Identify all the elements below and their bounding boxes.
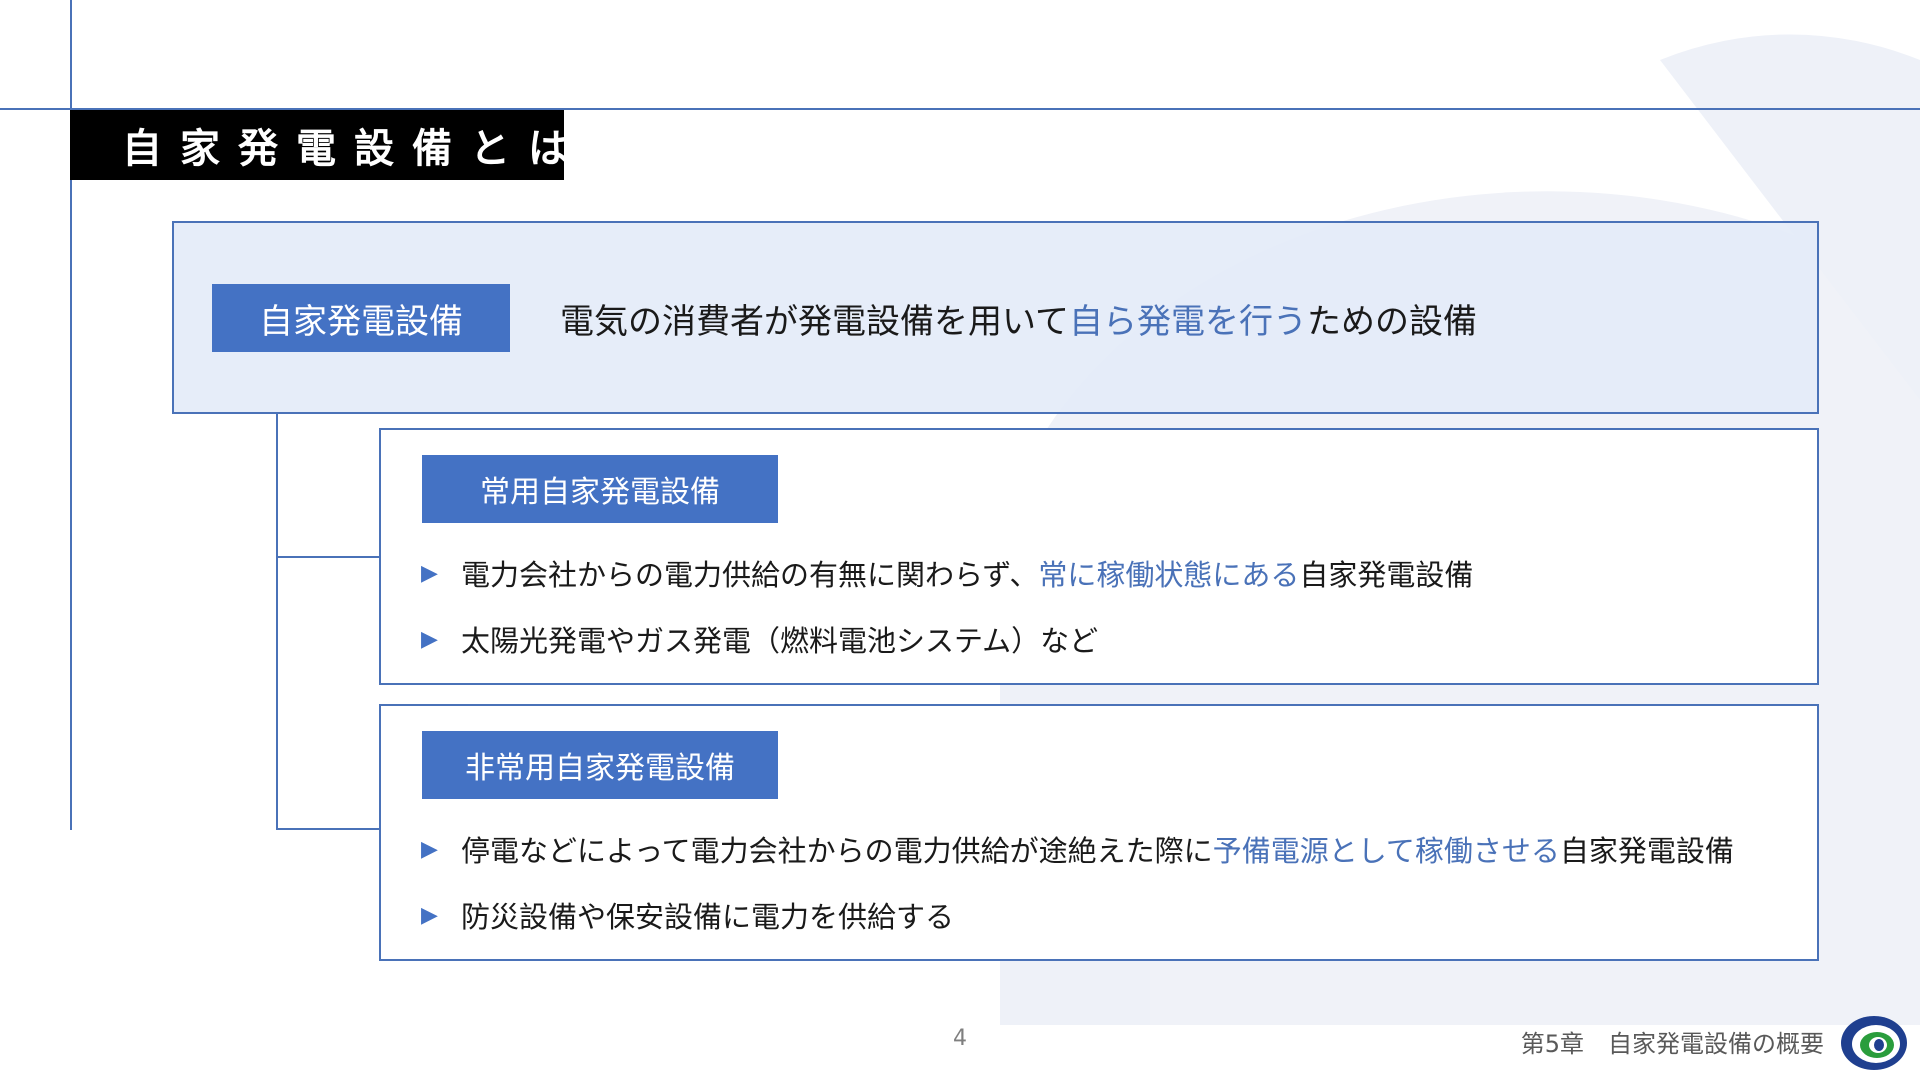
page-number: 4 (953, 1026, 967, 1051)
category-box-emergency: 非常用自家発電設備 ▶ 停電などによって電力会社からの電力供給が途絶えた際に 予… (379, 704, 1819, 961)
category-tag-regular: 常用自家発電設備 (422, 455, 778, 523)
category-tag-emergency: 非常用自家発電設備 (422, 731, 778, 799)
bullet-item: ▶ 太陽光発電やガス発電（燃料電池システム）など (421, 614, 1098, 664)
bullet-text-highlight: 予備電源として稼働させる (1212, 834, 1560, 868)
play-triangle-icon: ▶ (421, 902, 438, 928)
bullet-item: ▶ 電力会社からの電力供給の有無に関わらず、 常に稼働状態にある 自家発電設備 (421, 548, 1473, 598)
bullet-text-after: 自家発電設備 (1559, 834, 1734, 868)
definition-text-highlight: 自ら発電を行う (1068, 301, 1307, 342)
tree-connector-branch-2 (276, 828, 380, 830)
slide-title: 自家発電設備とは (70, 110, 568, 180)
definition-text-after: ための設備 (1306, 301, 1477, 342)
bullet-text-highlight: 常に稼働状態にある (1038, 558, 1300, 592)
bullet-item: ▶ 停電などによって電力会社からの電力供給が途絶えた際に 予備電源として稼働させ… (421, 824, 1734, 874)
footer-chapter: 第5章 自家発電設備の概要 (1520, 1030, 1824, 1058)
bullet-text: 防災設備や保安設備に電力を供給する (461, 900, 955, 934)
play-triangle-icon: ▶ (421, 626, 438, 652)
bullet-text-after: 自家発電設備 (1299, 558, 1474, 592)
bullet-item: ▶ 防災設備や保安設備に電力を供給する (421, 890, 954, 940)
play-triangle-icon: ▶ (421, 560, 438, 586)
category-box-regular: 常用自家発電設備 ▶ 電力会社からの電力供給の有無に関わらず、 常に稼働状態にあ… (379, 428, 1819, 685)
bullet-text: 停電などによって電力会社からの電力供給が途絶えた際に (461, 834, 1213, 868)
definition-box: 自家発電設備 電気の消費者が発電設備を用いて 自ら発電を行う ための設備 (172, 221, 1819, 414)
play-triangle-icon: ▶ (421, 836, 438, 862)
bullet-text: 太陽光発電やガス発電（燃料電池システム）など (461, 624, 1099, 658)
organization-logo-icon (1841, 1016, 1907, 1070)
tree-connector-vertical (276, 414, 278, 830)
tree-connector-branch-1 (276, 556, 380, 558)
bullet-text: 電力会社からの電力供給の有無に関わらず、 (461, 558, 1039, 592)
definition-tag: 自家発電設備 (212, 284, 510, 352)
definition-text-before: 電気の消費者が発電設備を用いて (560, 301, 1069, 342)
definition-text: 電気の消費者が発電設備を用いて 自ら発電を行う ための設備 (560, 283, 1477, 353)
